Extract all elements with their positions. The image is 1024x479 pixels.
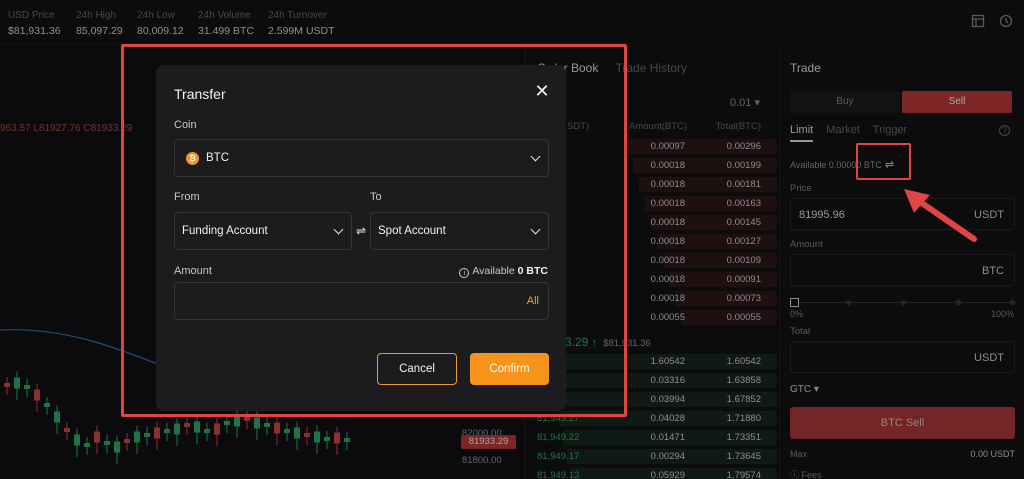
- from-account-select[interactable]: Funding Account: [174, 212, 352, 250]
- cancel-button[interactable]: Cancel: [377, 353, 457, 385]
- annotation-arrow-icon: [904, 189, 977, 242]
- transfer-dialog: Transfer ✕ Coin ₿ BTC From Funding Accou…: [156, 65, 566, 411]
- close-icon[interactable]: ✕: [534, 82, 550, 100]
- from-account-value: Funding Account: [182, 225, 268, 237]
- to-account-value: Spot Account: [378, 225, 446, 237]
- all-button[interactable]: All: [527, 295, 539, 307]
- annotation-highlight-transfer: [856, 143, 911, 180]
- dialog-title: Transfer: [174, 86, 226, 102]
- to-label: To: [370, 191, 382, 203]
- coin-value: BTC: [206, 152, 229, 164]
- available-label: Available: [472, 265, 515, 277]
- coin-select[interactable]: ₿ BTC: [174, 139, 549, 177]
- chevron-down-icon: [530, 151, 541, 162]
- to-account-select[interactable]: Spot Account: [370, 212, 549, 250]
- from-label: From: [174, 191, 200, 203]
- amount-input[interactable]: All: [174, 282, 549, 320]
- confirm-button[interactable]: Confirm: [470, 353, 549, 385]
- info-icon: i: [459, 268, 470, 278]
- chevron-down-icon: [530, 224, 541, 235]
- amount-label: Amount: [174, 265, 212, 277]
- swap-accounts-icon[interactable]: ⇌: [356, 224, 366, 238]
- coin-label: Coin: [174, 119, 197, 131]
- chevron-down-icon: [333, 224, 344, 235]
- bitcoin-icon: ₿: [186, 152, 199, 165]
- available-value: 0 BTC: [517, 265, 548, 277]
- available-amount: i Available 0 BTC: [459, 265, 548, 278]
